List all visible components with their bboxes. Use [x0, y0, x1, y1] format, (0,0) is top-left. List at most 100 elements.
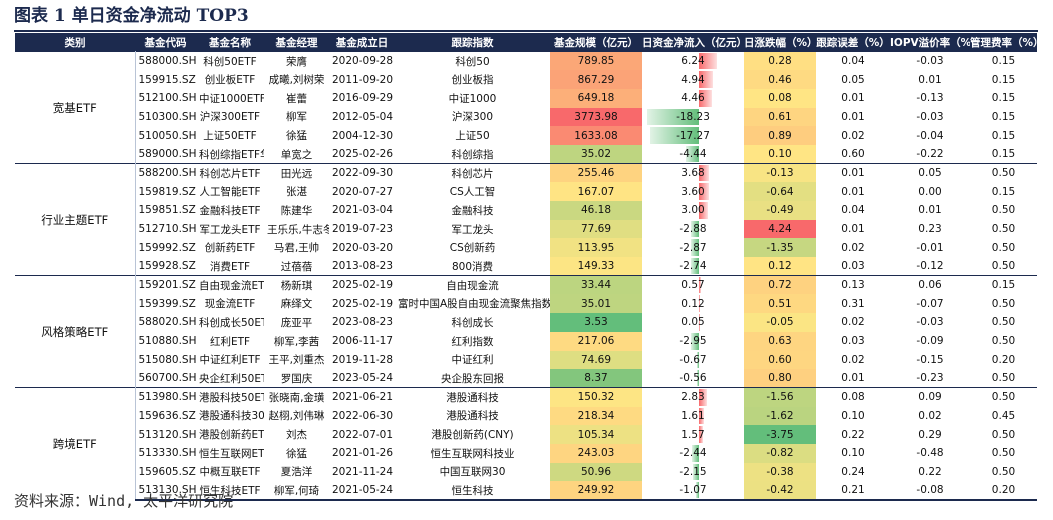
fund-name-cell: 港股科技50ETF	[196, 387, 264, 407]
inception-date-cell: 2020-09-28	[329, 51, 395, 71]
management-fee-cell: 0.50	[991, 204, 1016, 217]
fund-code-cell: 512710.SH	[138, 223, 197, 236]
fund-manager-cell: 张湛	[286, 186, 307, 199]
tracking-error-cell: 0.03	[841, 260, 865, 273]
flow-cell: -2.88	[642, 220, 744, 239]
tracking-error-cell: 0.13	[816, 275, 890, 295]
title-divider	[14, 30, 1038, 32]
tracking-index-cell: 军工龙头	[451, 223, 494, 236]
fund-manager-cell: 杨新琪	[264, 275, 329, 295]
fund-code-cell: 515080.SH	[138, 353, 197, 366]
management-fee-cell: 0.50	[991, 297, 1016, 310]
flow-cell: 3.00	[642, 201, 744, 220]
inception-date-cell: 2011-09-20	[332, 73, 394, 86]
fund-size-cell: 33.44	[550, 275, 642, 295]
iopv-premium-cell: 0.02	[918, 409, 942, 422]
fund-code-cell: 588020.SH	[138, 316, 197, 329]
fund-code-cell: 159819.SZ	[138, 185, 196, 198]
daily-change-cell: -1.62	[744, 406, 816, 426]
flow-cell: -18.23	[642, 108, 744, 127]
fund-size-cell: 1633.08	[550, 126, 642, 145]
flow-value: -1.07	[679, 484, 707, 497]
table-row: 159819.SZ 人工智能ETF 张湛 2020-07-27 CS人工智 167.07 3…	[15, 182, 1037, 201]
daily-change-cell: -1.35	[744, 238, 816, 258]
inception-date-cell: 2023-05-24	[332, 372, 394, 385]
tracking-error-cell: 0.10	[841, 447, 865, 460]
flow-value: -0.67	[679, 353, 707, 366]
fund-name-cell: 中概互联ETF	[199, 466, 261, 479]
fund-code-cell: 513980.SH	[135, 387, 196, 407]
management-fee-cell: 0.50	[991, 335, 1016, 348]
fund-manager-cell: 王乐乐,牛志冬	[267, 223, 329, 236]
fund-name-cell: 红利ETF	[209, 335, 251, 348]
fund-size-cell: 149.33	[550, 257, 642, 276]
management-fee-cell: 0.50	[991, 223, 1016, 236]
fund-manager-cell: 徐猛	[286, 447, 307, 460]
source-note: 资料来源：Wind, 太平洋研究院	[14, 492, 234, 510]
tracking-error-cell: 0.05	[841, 73, 865, 86]
fund-size-cell: 249.92	[550, 481, 642, 501]
fund-manager-cell: 庞亚平	[280, 316, 313, 329]
management-fee-cell: 0.15	[970, 51, 1037, 71]
flow-value: -4.44	[679, 148, 707, 161]
iopv-premium-cell: -0.01	[916, 241, 944, 254]
tracking-index-cell: 中证红利	[451, 354, 494, 367]
flow-value: 2.83	[681, 391, 705, 404]
fund-code-cell: 510880.SH	[138, 335, 197, 348]
daily-change-cell: 0.63	[744, 331, 816, 351]
tracking-index-cell: 恒生互联网科技业	[430, 447, 515, 460]
fund-size-cell: 167.07	[550, 182, 642, 201]
fund-name-cell: 上证50ETF	[203, 130, 257, 143]
inception-date-cell: 2022-07-01	[332, 428, 394, 441]
flow-cell: 0.05	[642, 313, 744, 332]
daily-change-cell: 0.80	[744, 369, 816, 388]
table-row: 宽基ETF 588000.SH 科创50ETF 荣膺 2020-09-28 科创50 789…	[15, 50, 1037, 164]
iopv-premium-cell: 0.22	[918, 465, 942, 478]
flow-cell: 3.60	[642, 182, 744, 201]
flow-cell: 1.57	[642, 425, 744, 444]
fund-code-cell: 513120.SH	[138, 428, 197, 441]
fund-manager-cell: 荣膺	[264, 51, 329, 71]
tracking-index-cell: 科创成长	[451, 316, 494, 329]
tracking-error-cell: 0.01	[841, 185, 865, 198]
column-header: 跟踪误差（%）	[816, 33, 890, 52]
iopv-premium-cell: 0.29	[918, 428, 942, 441]
inception-date-cell: 2022-06-30	[332, 409, 394, 422]
management-fee-cell: 0.50	[991, 316, 1016, 329]
tracking-error-cell: 0.60	[841, 148, 865, 161]
tracking-error-cell: 0.02	[841, 129, 865, 142]
inception-date-cell: 2019-07-23	[332, 223, 394, 236]
tracking-error-cell: 0.01	[841, 223, 865, 236]
flow-cell: 0.57	[642, 275, 744, 295]
flow-value: 1.61	[681, 409, 705, 422]
daily-change-cell: -0.42	[744, 481, 816, 501]
iopv-premium-cell: -0.15	[916, 353, 944, 366]
column-header: 基金经理	[264, 33, 329, 52]
tracking-index-cell: 港股通科技	[446, 410, 499, 423]
category-cell: 跨境ETF	[15, 387, 136, 500]
fund-size-cell: 8.37	[550, 369, 642, 388]
flow-cell: 4.46	[642, 89, 744, 108]
tracking-error-cell: 0.01	[841, 110, 865, 123]
column-header: 基金代码	[135, 33, 196, 52]
flow-value: -2.44	[679, 447, 707, 460]
fund-size-cell: 105.34	[550, 425, 642, 444]
tracking-index-cell: 港股创新药(CNY)	[431, 429, 514, 442]
management-fee-cell: 0.20	[991, 353, 1016, 366]
daily-change-cell: 4.24	[744, 219, 816, 239]
iopv-premium-cell: -0.12	[916, 260, 944, 273]
fund-manager-cell: 柳军,李茜	[273, 335, 320, 348]
daily-change-cell: -0.82	[744, 443, 816, 463]
flow-value: 0.57	[681, 279, 705, 292]
fund-size-cell: 46.18	[550, 201, 642, 220]
inception-date-cell: 2025-02-19	[329, 275, 395, 295]
management-fee-cell: 0.15	[991, 129, 1016, 142]
column-header: 跟踪指数	[395, 33, 550, 52]
fund-code-cell: 510300.SH	[138, 110, 197, 123]
table-row: 159928.SZ 消费ETF 过蓓蓓 2013-08-23 800消费 149.33 -2…	[15, 257, 1037, 276]
flow-value: 3.00	[681, 204, 705, 217]
fund-manager-cell: 马君,王帅	[273, 242, 320, 255]
table-row: 159636.SZ港股通科技30ETF 赵栩,刘伟琳 2022-06-30 港股通科技…	[15, 406, 1037, 426]
tracking-error-cell: 0.02	[841, 316, 865, 329]
iopv-premium-cell: 0.05	[890, 163, 970, 183]
